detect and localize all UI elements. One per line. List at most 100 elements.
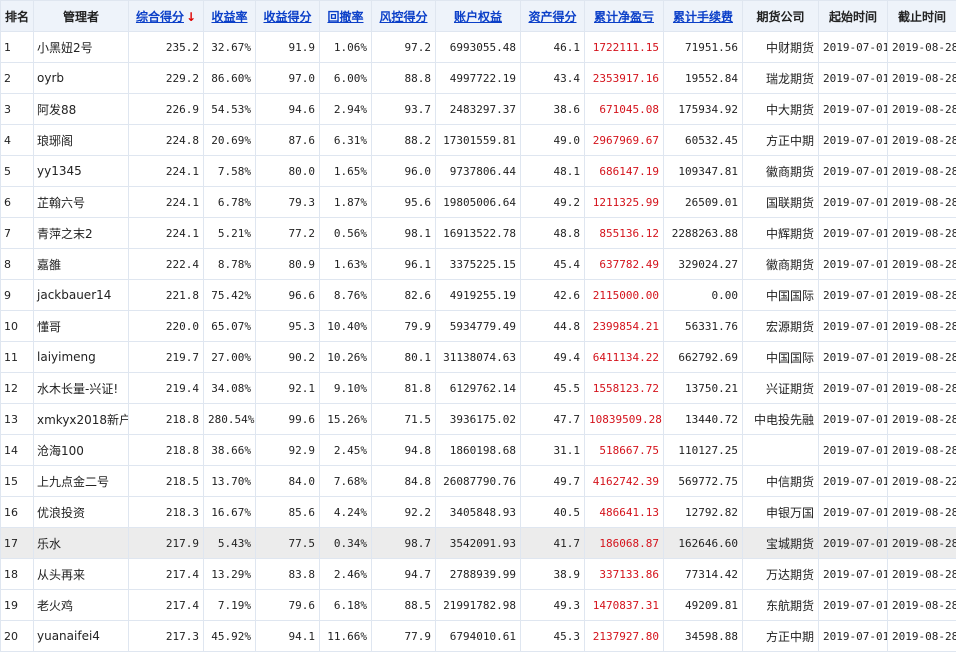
end-date-cell: 2019-08-22 <box>888 466 956 497</box>
risk-score-cell: 94.7 <box>372 559 436 590</box>
manager-cell: laiyimeng <box>34 342 129 373</box>
drawdown-cell: 7.68% <box>320 466 372 497</box>
broker-cell: 中电投先融 <box>743 404 819 435</box>
risk-score-cell: 92.2 <box>372 497 436 528</box>
table-row[interactable]: 13xmkyx2018新户218.8280.54%99.615.26%71.53… <box>1 404 956 435</box>
net-profit-cell: 1211325.99 <box>585 187 664 218</box>
table-row[interactable]: 5yy1345224.17.58%80.01.65%96.09737806.44… <box>1 156 956 187</box>
fee-cell: 162646.60 <box>664 528 743 559</box>
table-row[interactable]: 17乐水217.95.43%77.50.34%98.73542091.9341.… <box>1 528 956 559</box>
asset-score-cell: 45.3 <box>521 621 585 652</box>
fee-cell: 71951.56 <box>664 32 743 63</box>
header-equity-sort[interactable]: 账户权益 <box>436 1 521 32</box>
fee-cell: 49209.81 <box>664 590 743 621</box>
drawdown-cell: 6.18% <box>320 590 372 621</box>
table-row[interactable]: 10懂哥220.065.07%95.310.40%79.95934779.494… <box>1 311 956 342</box>
table-row[interactable]: 14沧海100218.838.66%92.92.45%94.81860198.6… <box>1 435 956 466</box>
asset-score-cell: 49.3 <box>521 590 585 621</box>
asset-score-cell: 49.2 <box>521 187 585 218</box>
end-date-cell: 2019-08-28 <box>888 63 956 94</box>
equity-cell: 3405848.93 <box>436 497 521 528</box>
return-rate-cell: 45.92% <box>204 621 256 652</box>
end-date-cell: 2019-08-28 <box>888 249 956 280</box>
broker-cell: 国联期货 <box>743 187 819 218</box>
broker-cell: 兴证期货 <box>743 373 819 404</box>
table-row[interactable]: 15上九点金二号218.513.70%84.07.68%84.826087790… <box>1 466 956 497</box>
score-cell: 218.8 <box>129 404 204 435</box>
header-return-rate-sort[interactable]: 收益率 <box>204 1 256 32</box>
table-row[interactable]: 9jackbauer14221.875.42%96.68.76%82.64919… <box>1 280 956 311</box>
start-date-cell: 2019-07-01 <box>819 528 888 559</box>
drawdown-cell: 8.76% <box>320 280 372 311</box>
return-rate-cell: 20.69% <box>204 125 256 156</box>
asset-score-cell: 43.4 <box>521 63 585 94</box>
header-risk-score-sort[interactable]: 风控得分 <box>372 1 436 32</box>
fee-cell: 175934.92 <box>664 94 743 125</box>
table-row[interactable]: 16优浪投资218.316.67%85.64.24%92.23405848.93… <box>1 497 956 528</box>
start-date-cell: 2019-07-01 <box>819 590 888 621</box>
manager-cell: 青萍之末2 <box>34 218 129 249</box>
equity-cell: 4919255.19 <box>436 280 521 311</box>
header-drawdown-sort[interactable]: 回撤率 <box>320 1 372 32</box>
header-net-profit-sort[interactable]: 累计净盈亏 <box>585 1 664 32</box>
manager-cell: yy1345 <box>34 156 129 187</box>
drawdown-cell: 6.31% <box>320 125 372 156</box>
risk-score-cell: 79.9 <box>372 311 436 342</box>
header-score-sort[interactable]: 综合得分↓ <box>129 1 204 32</box>
manager-cell: 水木长量-兴证! <box>34 373 129 404</box>
table-row[interactable]: 18从头再来217.413.29%83.82.46%94.72788939.99… <box>1 559 956 590</box>
table-row[interactable]: 8嘉雒222.48.78%80.91.63%96.13375225.1545.4… <box>1 249 956 280</box>
broker-cell: 东航期货 <box>743 590 819 621</box>
risk-score-cell: 93.7 <box>372 94 436 125</box>
rank-cell: 18 <box>1 559 34 590</box>
fee-cell: 60532.45 <box>664 125 743 156</box>
asset-score-cell: 38.9 <box>521 559 585 590</box>
manager-cell: 懂哥 <box>34 311 129 342</box>
header-manager: 管理者 <box>34 1 129 32</box>
return-rate-cell: 7.58% <box>204 156 256 187</box>
equity-cell: 6129762.14 <box>436 373 521 404</box>
risk-score-cell: 94.8 <box>372 435 436 466</box>
drawdown-cell: 0.56% <box>320 218 372 249</box>
equity-cell: 3542091.93 <box>436 528 521 559</box>
net-profit-cell: 518667.75 <box>585 435 664 466</box>
net-profit-cell: 4162742.39 <box>585 466 664 497</box>
score-cell: 224.1 <box>129 218 204 249</box>
asset-score-cell: 45.4 <box>521 249 585 280</box>
table-row[interactable]: 2oyrb229.286.60%97.06.00%88.84997722.194… <box>1 63 956 94</box>
table-row[interactable]: 3阿发88226.954.53%94.62.94%93.72483297.373… <box>1 94 956 125</box>
net-profit-cell: 686147.19 <box>585 156 664 187</box>
table-row[interactable]: 1小黑妞2号235.232.67%91.91.06%97.26993055.48… <box>1 32 956 63</box>
table-row[interactable]: 19老火鸡217.47.19%79.66.18%88.521991782.984… <box>1 590 956 621</box>
fee-cell: 110127.25 <box>664 435 743 466</box>
return-score-cell: 83.8 <box>256 559 320 590</box>
end-date-cell: 2019-08-28 <box>888 373 956 404</box>
table-row[interactable]: 12水木长量-兴证!219.434.08%92.19.10%81.8612976… <box>1 373 956 404</box>
header-fee-sort[interactable]: 累计手续费 <box>664 1 743 32</box>
table-row[interactable]: 11laiyimeng219.727.00%90.210.26%80.13113… <box>1 342 956 373</box>
header-return-score-sort[interactable]: 收益得分 <box>256 1 320 32</box>
table-row[interactable]: 7青萍之末2224.15.21%77.20.56%98.116913522.78… <box>1 218 956 249</box>
table-row[interactable]: 4琅琊阁224.820.69%87.66.31%88.217301559.814… <box>1 125 956 156</box>
return-rate-cell: 86.60% <box>204 63 256 94</box>
return-score-cell: 94.6 <box>256 94 320 125</box>
drawdown-cell: 10.40% <box>320 311 372 342</box>
fee-cell: 109347.81 <box>664 156 743 187</box>
header-row: 排名 管理者 综合得分↓ 收益率 收益得分 回撤率 风控得分 账户权益 资产得分… <box>1 1 956 32</box>
manager-cell: 老火鸡 <box>34 590 129 621</box>
return-rate-cell: 54.53% <box>204 94 256 125</box>
score-cell: 220.0 <box>129 311 204 342</box>
asset-score-cell: 31.1 <box>521 435 585 466</box>
equity-cell: 21991782.98 <box>436 590 521 621</box>
drawdown-cell: 6.00% <box>320 63 372 94</box>
table-row[interactable]: 20yuanaifei4217.345.92%94.111.66%77.9679… <box>1 621 956 652</box>
return-rate-cell: 5.21% <box>204 218 256 249</box>
manager-cell: 乐水 <box>34 528 129 559</box>
return-score-cell: 85.6 <box>256 497 320 528</box>
ranking-table: 排名 管理者 综合得分↓ 收益率 收益得分 回撤率 风控得分 账户权益 资产得分… <box>0 0 956 652</box>
asset-score-cell: 46.1 <box>521 32 585 63</box>
header-asset-score-sort[interactable]: 资产得分 <box>521 1 585 32</box>
broker-cell: 徽商期货 <box>743 156 819 187</box>
table-row[interactable]: 6芷翰六号224.16.78%79.31.87%95.619805006.644… <box>1 187 956 218</box>
start-date-cell: 2019-07-01 <box>819 187 888 218</box>
